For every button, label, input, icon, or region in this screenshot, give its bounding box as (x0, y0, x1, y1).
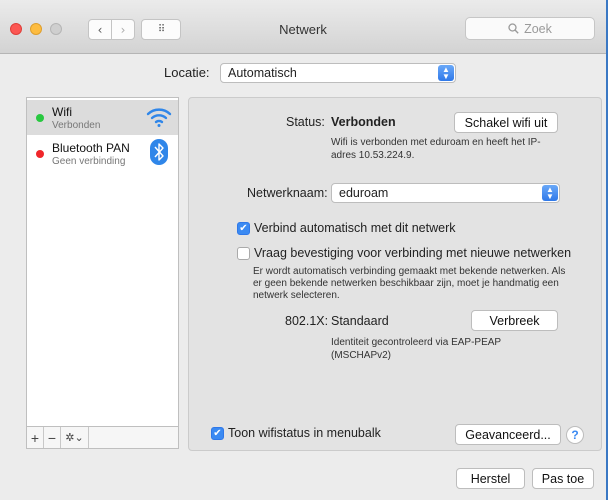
revert-button[interactable]: Herstel (456, 468, 525, 489)
location-value: Automatisch (228, 66, 297, 80)
service-item-bluetooth-pan[interactable]: Bluetooth PAN Geen verbinding (27, 136, 178, 171)
status-value: Verbonden (331, 115, 396, 129)
service-list: Wifi Verbonden Bluetooth PAN Geen verbin… (26, 97, 179, 427)
status-dot-red (36, 150, 44, 158)
popup-arrows-icon: ▲ ▼ (542, 185, 558, 201)
status-dot-green (36, 114, 44, 122)
dot1x-label: 802.1X: (285, 314, 329, 328)
detail-panel: Status: Verbonden Schakel wifi uit Wifi … (188, 97, 602, 451)
ask-join-description-line-1: Er wordt automatisch verbinding gemaakt … (253, 266, 566, 277)
network-name-popup[interactable]: eduroam ▲ ▼ (331, 183, 560, 203)
advanced-button[interactable]: Geavanceerd... (455, 424, 561, 445)
toggle-wifi-button[interactable]: Schakel wifi uit (454, 112, 558, 133)
auth-description-line-2: (MSCHAPv2) (331, 350, 392, 361)
service-status: Geen verbinding (52, 156, 126, 167)
location-label: Locatie: (164, 65, 210, 80)
service-name: Wifi (52, 105, 72, 119)
auth-description-line-1: Identiteit gecontroleerd via EAP-PEAP (331, 337, 502, 348)
auto-join-label: Verbind automatisch met dit netwerk (254, 221, 456, 235)
checkmark-icon: ✔ (239, 223, 248, 234)
ask-join-description-line-2: er geen bekende netwerken beschikbaar zi… (253, 278, 559, 289)
dot1x-value: Standaard (331, 314, 389, 328)
checkmark-icon: ✔ (213, 428, 222, 439)
ask-join-checkbox[interactable] (237, 247, 250, 260)
service-status: Verbonden (52, 120, 101, 131)
status-description-line-2: adres 10.53.224.9. (331, 150, 415, 161)
service-item-wifi[interactable]: Wifi Verbonden (27, 100, 178, 135)
action-menu-button[interactable]: ✲⌄ (61, 427, 89, 448)
network-preferences-window: ‹ › ⠿ Netwerk Zoek Locatie: Automatisch … (0, 0, 608, 500)
help-button[interactable]: ? (566, 426, 584, 444)
search-icon (508, 23, 519, 34)
network-name-value: eduroam (339, 186, 389, 200)
menubar-status-checkbox[interactable]: ✔ (211, 427, 224, 440)
title-bar: ‹ › ⠿ Netwerk Zoek (0, 0, 606, 54)
search-field[interactable]: Zoek (465, 17, 595, 40)
add-service-button[interactable]: + (27, 427, 44, 448)
wifi-icon (146, 108, 172, 127)
service-name: Bluetooth PAN (52, 141, 130, 155)
status-description-line-1: Wifi is verbonden met eduroam en heeft h… (331, 137, 541, 148)
apply-button[interactable]: Pas toe (532, 468, 594, 489)
disconnect-button[interactable]: Verbreek (471, 310, 558, 331)
ask-join-description-line-3: netwerk selecteren. (253, 290, 340, 301)
location-popup[interactable]: Automatisch ▲ ▼ (220, 63, 456, 83)
network-name-label: Netwerknaam: (247, 186, 328, 200)
search-placeholder: Zoek (524, 21, 552, 36)
ask-join-label: Vraag bevestiging voor verbinding met ni… (254, 246, 572, 260)
status-label: Status: (286, 115, 325, 129)
remove-service-button[interactable]: − (44, 427, 61, 448)
menubar-status-label: Toon wifistatus in menubalk (228, 426, 381, 440)
bluetooth-icon (150, 139, 168, 165)
gear-icon: ✲⌄ (65, 432, 84, 444)
service-list-toolbar: + − ✲⌄ (26, 427, 179, 449)
popup-arrows-icon: ▲ ▼ (438, 65, 454, 81)
auto-join-checkbox[interactable]: ✔ (237, 222, 250, 235)
